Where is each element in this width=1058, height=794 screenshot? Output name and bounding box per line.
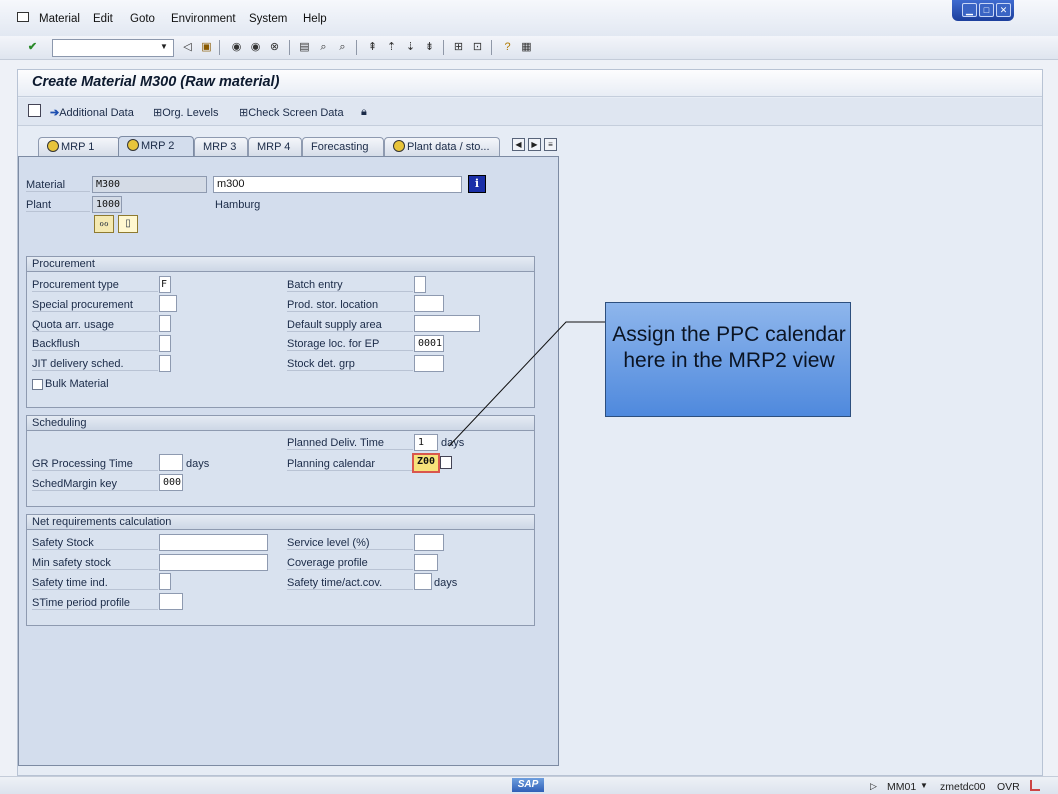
- annotation-callout: Assign the PPC calendar here in the MRP2…: [605, 302, 851, 417]
- chevron-down-icon[interactable]: ▼: [920, 781, 928, 790]
- performance-icon: [1030, 780, 1040, 791]
- callout-text: Assign the PPC calendar here in the MRP2…: [612, 323, 846, 372]
- sap-logo: SAP: [512, 778, 544, 792]
- transaction-code: MM01: [887, 781, 917, 793]
- server-name: zmetdc00: [940, 781, 986, 793]
- callout-leader-line: [448, 321, 605, 447]
- insert-mode: OVR: [997, 781, 1020, 793]
- status-expand-icon[interactable]: ▷: [870, 781, 877, 792]
